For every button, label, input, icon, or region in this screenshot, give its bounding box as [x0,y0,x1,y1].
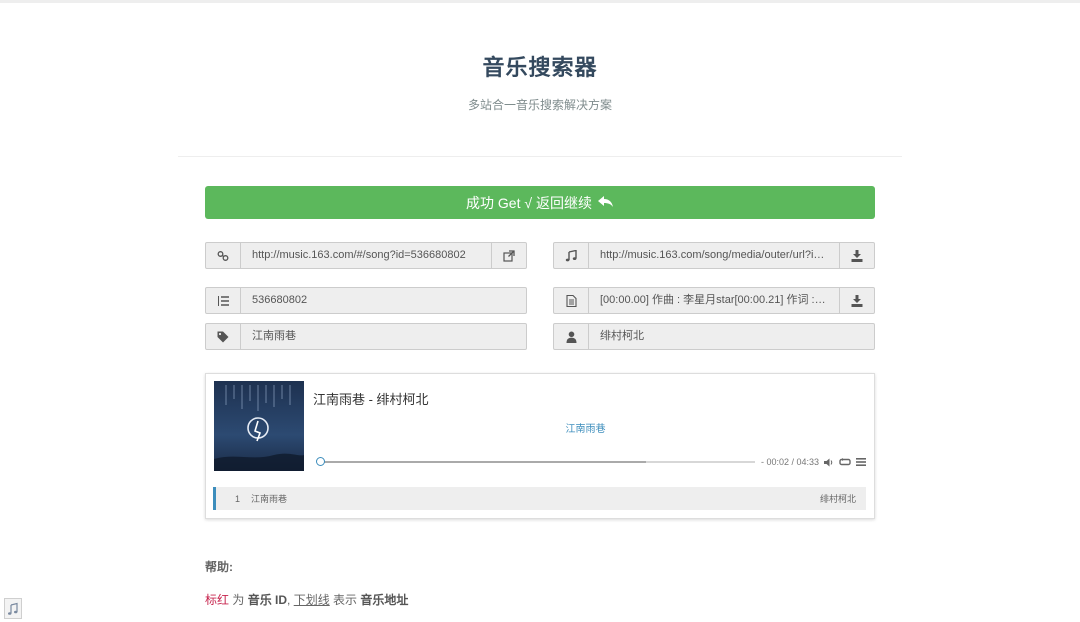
song-link-group: http://music.163.com/#/song?id=536680802 [205,242,527,269]
music-note-icon [554,243,589,268]
playlist-item-artist: 绯村柯北 [819,494,856,504]
current-lyric: 江南雨巷 [565,424,606,435]
user-icon [554,324,589,349]
download-icon[interactable] [839,243,874,268]
page-subtitle: 多站合一音乐搜索解决方案 [467,98,612,112]
song-link-field[interactable]: http://music.163.com/#/song?id=536680802 [241,243,491,268]
help-text-2: , [287,593,294,607]
header-divider [178,156,902,157]
playlist-item-index: 1 [235,493,241,504]
help-bold-music-id: 音乐 ID [247,593,288,607]
success-return-button[interactable]: 成功 Get √ 返回继续 [205,186,875,219]
list-ordered-icon [206,288,241,313]
artist-group: 绯村柯北 [553,323,875,350]
album-cover[interactable] [214,381,304,471]
music-file-icon[interactable] [4,598,22,619]
loaded-bar [317,461,646,463]
help-red-label: 标红 [205,593,230,607]
song-name-group: 江南雨巷 [205,323,527,350]
volume-icon[interactable] [824,458,834,467]
progress-bar[interactable] [316,457,755,466]
help-text: 标红 为 音乐 ID, 下划线 表示 音乐地址 [205,591,408,608]
progress-thumb[interactable] [316,457,326,466]
artist-field[interactable]: 绯村柯北 [589,324,874,349]
music-url-field[interactable]: http://music.163.com/song/media/outer/ur… [589,243,839,268]
playlist-menu-icon[interactable] [856,458,867,466]
help-title: 帮助: [205,560,233,574]
help-underline-label: 下划线 [293,593,330,607]
song-name-field[interactable]: 江南雨巷 [241,324,526,349]
time-display: - 00:02 / 04:33 [761,457,820,467]
help-bold-music-url: 音乐地址 [360,593,409,607]
lyrics-field[interactable]: [00:00.00] 作曲 : 李星月star[00:00.21] 作词 : 李… [589,288,839,313]
top-border [0,0,1080,3]
loop-icon[interactable] [839,458,851,466]
page-title: 音乐搜索器 [482,55,598,80]
music-player: 江南雨巷 - 绯村柯北 江南雨巷 - 00:02 / 04:33 1 江南雨巷 … [205,373,875,519]
download-icon[interactable] [839,288,874,313]
player-song-title: 江南雨巷 - 绯村柯北 [313,392,429,407]
song-id-field[interactable]: 536680802 [241,288,526,313]
help-text-1: 为 [229,593,248,607]
playlist-item[interactable]: 1 江南雨巷 绯村柯北 [213,487,866,510]
link-icon [206,243,241,268]
music-url-group: http://music.163.com/song/media/outer/ur… [553,242,875,269]
playlist-item-name: 江南雨巷 [251,494,288,504]
song-id-group: 536680802 [205,287,527,314]
lyrics-group: [00:00.00] 作曲 : 李星月star[00:00.21] 作词 : 李… [553,287,875,314]
file-text-icon [554,288,589,313]
help-text-3: 表示 [329,593,361,607]
success-button-label: 成功 Get √ 返回继续 [466,194,592,211]
progress-row: - 00:02 / 04:33 [313,456,868,468]
tag-icon [206,324,241,349]
external-link-icon[interactable] [491,243,526,268]
reply-icon [597,195,614,211]
